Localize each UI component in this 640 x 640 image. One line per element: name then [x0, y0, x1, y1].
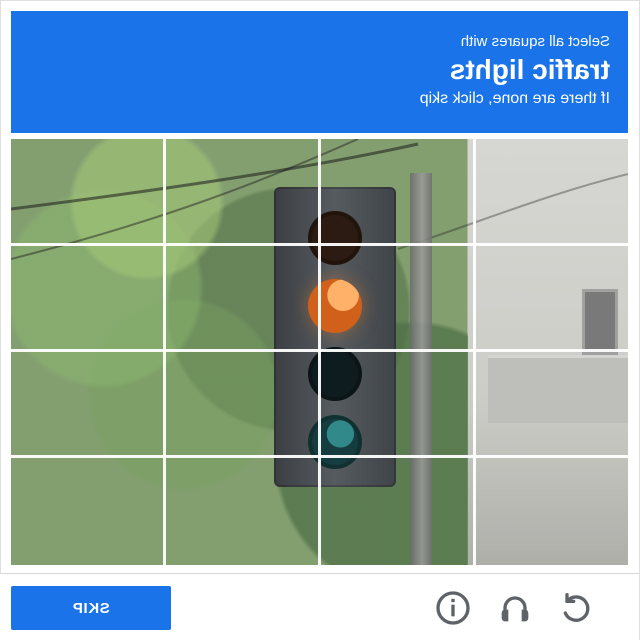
grid-tile[interactable]: [320, 139, 474, 246]
refresh-icon: [557, 588, 597, 628]
instructions: Select all squares with traffic lights I…: [29, 33, 610, 109]
grid-tile[interactable]: [474, 246, 628, 353]
grid-tile[interactable]: [474, 352, 628, 459]
grid-tile[interactable]: [11, 352, 165, 459]
instruction-object: traffic lights: [449, 54, 610, 85]
grid-tiles: [11, 139, 628, 565]
captcha-header: Select all squares with traffic lights I…: [11, 11, 628, 133]
grid-tile[interactable]: [11, 139, 165, 246]
grid-tile[interactable]: [165, 246, 319, 353]
captcha-header-inner: Select all squares with traffic lights I…: [11, 11, 628, 133]
grid-tile[interactable]: [11, 459, 165, 566]
grid-tile[interactable]: [320, 246, 474, 353]
image-grid: [11, 139, 628, 565]
instruction-line-3: If there are none, click skip: [419, 90, 610, 107]
captcha-dialog: Select all squares with traffic lights I…: [0, 0, 640, 640]
refresh-button[interactable]: [557, 588, 597, 628]
headphones-icon: [495, 588, 535, 628]
instruction-line-1: Select all squares with: [460, 33, 610, 50]
skip-button[interactable]: SKIP: [11, 586, 171, 630]
captcha-footer: SKIP: [0, 573, 639, 640]
grid-tile[interactable]: [320, 352, 474, 459]
grid-tile[interactable]: [165, 352, 319, 459]
grid-tile[interactable]: [165, 459, 319, 566]
grid-tile[interactable]: [11, 246, 165, 353]
grid-tile[interactable]: [474, 459, 628, 566]
info-icon: [433, 588, 473, 628]
grid-tile[interactable]: [320, 459, 474, 566]
grid-tile[interactable]: [165, 139, 319, 246]
grid-tile[interactable]: [474, 139, 628, 246]
audio-challenge-button[interactable]: [495, 588, 535, 628]
mirrored-layer: Select all squares with traffic lights I…: [0, 1, 639, 640]
info-button[interactable]: [433, 588, 473, 628]
captcha-footer-inner: SKIP: [0, 574, 639, 640]
